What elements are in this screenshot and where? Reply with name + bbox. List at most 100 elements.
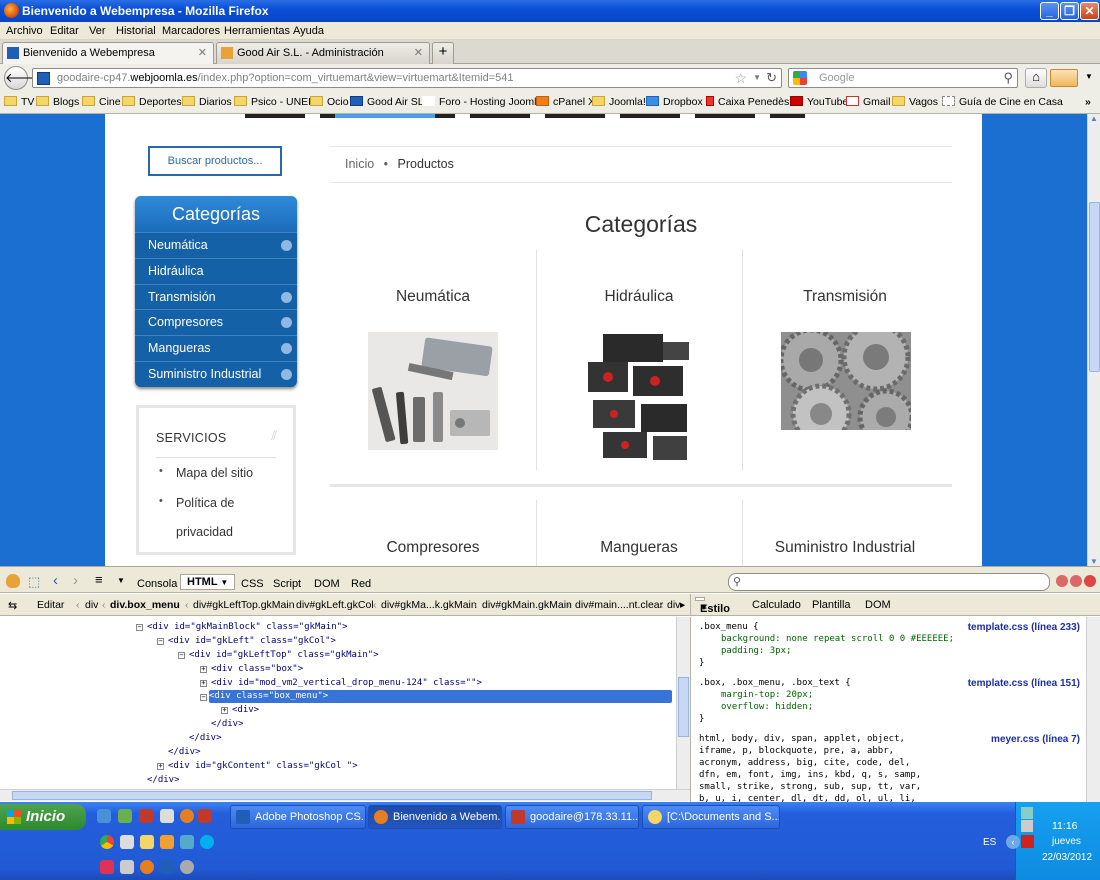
html-node-gkLeftTop[interactable]: <div id="gkLeftTop" class="gkMain">	[189, 650, 379, 660]
firefox-icon[interactable]	[140, 860, 154, 874]
css-selector[interactable]: .box_menu {	[699, 622, 759, 632]
css-source-link[interactable]: template.css (línea 151)	[968, 678, 1080, 689]
category-card-hidraulica[interactable]: Hidráulica	[536, 288, 742, 306]
menu-marcadores[interactable]: Marcadores	[162, 25, 220, 37]
quicklaunch-icon[interactable]	[120, 835, 134, 849]
close-tab-icon[interactable]: ✕	[198, 46, 207, 59]
html-node-div[interactable]: <div>	[232, 705, 259, 715]
task-firefox[interactable]: Bienvenido a Webem...	[368, 805, 502, 829]
category-transmision[interactable]: Transmisión	[135, 283, 297, 310]
bookmark-blogs[interactable]: Blogs	[36, 96, 79, 108]
menu-editar[interactable]: Editar	[50, 25, 79, 37]
scrollbar-thumb[interactable]	[1089, 202, 1100, 372]
css-property[interactable]: margin-top: 20px;	[721, 690, 813, 700]
bookmark-deportes[interactable]: Deportes	[122, 96, 182, 108]
bookmark-tv[interactable]: TV	[4, 96, 34, 108]
bookmark-caixa[interactable]: Caixa Penedès	[706, 96, 789, 108]
bookmark-cine[interactable]: Cine	[82, 96, 121, 108]
firebug-tab-html[interactable]: HTML ▼	[180, 574, 236, 590]
collapse-toggle-icon[interactable]: −	[157, 638, 164, 645]
css-property[interactable]: background: none repeat scroll 0 0 #EEEE…	[721, 634, 954, 644]
html-node-gkLeft[interactable]: <div id="gkLeft" class="gkCol">	[168, 636, 336, 646]
page-scrollbar[interactable]: ▲ ▼	[1087, 114, 1100, 566]
crumb-div[interactable]: div	[85, 599, 98, 611]
html-node-box-menu-selected[interactable]: <div class="box_menu">	[209, 690, 672, 703]
css-pane-scrollbar[interactable]	[1086, 617, 1100, 802]
inspect-icon[interactable]: ⬚	[28, 574, 40, 590]
quicklaunch-icon[interactable]	[139, 809, 153, 823]
collapse-toggle-icon[interactable]: −	[178, 652, 185, 659]
url-bar[interactable]: goodaire-cp47.webjoomla.es/index.php?opt…	[32, 68, 782, 88]
category-hidraulica[interactable]: Hidráulica	[135, 257, 297, 284]
firebug-minimize-icon[interactable]	[1056, 575, 1068, 587]
tray-icon[interactable]	[1021, 835, 1034, 848]
crumb-box-menu[interactable]: div.box_menu	[110, 599, 180, 611]
photoshop-icon[interactable]	[160, 860, 174, 874]
close-tab-icon[interactable]: ✕	[414, 46, 423, 59]
css-source-link[interactable]: meyer.css (línea 7)	[991, 734, 1080, 745]
link-mapa-sitio[interactable]: Mapa del sitio	[176, 466, 253, 480]
task-explorer[interactable]: [C:\Documents and S...	[642, 805, 780, 829]
firefox-quicklaunch-icon[interactable]	[180, 809, 194, 823]
html-pane-hscrollbar[interactable]	[0, 789, 690, 801]
task-photoshop[interactable]: Adobe Photoshop CS...	[230, 805, 366, 829]
language-indicator[interactable]: ES	[983, 837, 996, 848]
history-dropdown-icon[interactable]: ▼	[753, 73, 761, 82]
scrollbar-thumb[interactable]	[678, 677, 689, 737]
task-filezilla[interactable]: goodaire@178.33.11...	[505, 805, 639, 829]
expand-toggle-icon[interactable]: +	[221, 707, 228, 714]
category-card-neumatica[interactable]: Neumática	[330, 288, 536, 306]
side-tab-plantilla[interactable]: Plantilla	[812, 599, 851, 611]
bookmarks-overflow-icon[interactable]: »	[1085, 96, 1091, 108]
quicklaunch-icon[interactable]	[120, 860, 134, 874]
crumb-gkMa[interactable]: div#gkMa...k.gkMain	[381, 599, 477, 611]
bookmark-vagos[interactable]: Vagos	[892, 96, 938, 108]
firebug-tab-css[interactable]: CSS	[241, 578, 264, 590]
bookmark-gmail[interactable]: Gmail	[846, 96, 890, 108]
maximize-button[interactable]: ❐	[1060, 2, 1079, 20]
back-button[interactable]: 🡐	[4, 66, 40, 90]
tab-good-air[interactable]: Good Air S.L. - Administración ✕	[216, 42, 430, 64]
menu-herramientas[interactable]: Herramientas	[224, 25, 290, 37]
dropdown-icon[interactable]: ▼	[117, 576, 125, 585]
bookmark-psico-uned[interactable]: Psico - UNED	[234, 96, 316, 108]
bookmark-ocio[interactable]: Ocio	[310, 96, 349, 108]
firebug-detach-icon[interactable]	[1070, 575, 1082, 587]
overflow-menu-icon[interactable]: ▼	[1085, 72, 1093, 81]
quicklaunch-icon[interactable]	[180, 835, 194, 849]
category-compresores[interactable]: Compresores	[135, 309, 297, 335]
link-politica[interactable]: Política de	[176, 496, 234, 510]
skype-icon[interactable]	[200, 835, 214, 849]
firebug-tab-red[interactable]: Red	[351, 578, 371, 590]
menu-archivo[interactable]: Archivo	[6, 25, 43, 37]
expand-toggle-icon[interactable]: +	[200, 666, 207, 673]
html-node-box[interactable]: <div class="box">	[211, 664, 303, 674]
addon-icon[interactable]	[1050, 69, 1078, 87]
quicklaunch-icon[interactable]	[118, 809, 132, 823]
back-arrow-icon[interactable]: ‹	[53, 572, 58, 589]
quicklaunch-icon[interactable]	[100, 860, 114, 874]
crumb-gkMain[interactable]: div#gkMain.gkMain	[482, 599, 572, 611]
search-magnifier-icon[interactable]: ⚲	[1003, 70, 1013, 86]
scroll-down-icon[interactable]: ▼	[1090, 557, 1098, 566]
bookmark-joomla[interactable]: Joomla!	[592, 96, 646, 108]
firebug-tab-script[interactable]: Script	[273, 578, 301, 590]
category-card-suministro[interactable]: Suministro Industrial	[742, 539, 948, 557]
home-button[interactable]: ⌂	[1025, 68, 1047, 88]
minimize-button[interactable]: _	[1040, 2, 1059, 20]
quicklaunch-icon[interactable]	[97, 809, 111, 823]
crumb-main-clear[interactable]: div#main....nt.clear	[575, 599, 663, 611]
css-selector[interactable]: html, body, div, span, applet, object,	[699, 734, 905, 744]
html-node-gkContent[interactable]: <div id="gkContent" class="gkCol ">	[168, 761, 358, 771]
firebug-tab-dom[interactable]: DOM	[314, 578, 340, 590]
firebug-search-input[interactable]: ⚲	[728, 573, 1050, 591]
css-property[interactable]: overflow: hidden;	[721, 702, 813, 712]
expand-toggle-icon[interactable]: +	[200, 680, 207, 687]
clock-time[interactable]: 11:16	[1052, 820, 1078, 832]
html-node-vm2-menu[interactable]: <div id="mod_vm2_vertical_drop_menu-124"…	[211, 678, 482, 688]
bookmark-star-icon[interactable]: ☆	[734, 70, 747, 87]
firebug-tab-consola[interactable]: Consola	[137, 578, 177, 590]
scrollbar-thumb[interactable]	[12, 791, 652, 800]
bookmark-diarios[interactable]: Diarios	[182, 96, 232, 108]
css-source-link[interactable]: template.css (línea 233)	[968, 622, 1080, 633]
